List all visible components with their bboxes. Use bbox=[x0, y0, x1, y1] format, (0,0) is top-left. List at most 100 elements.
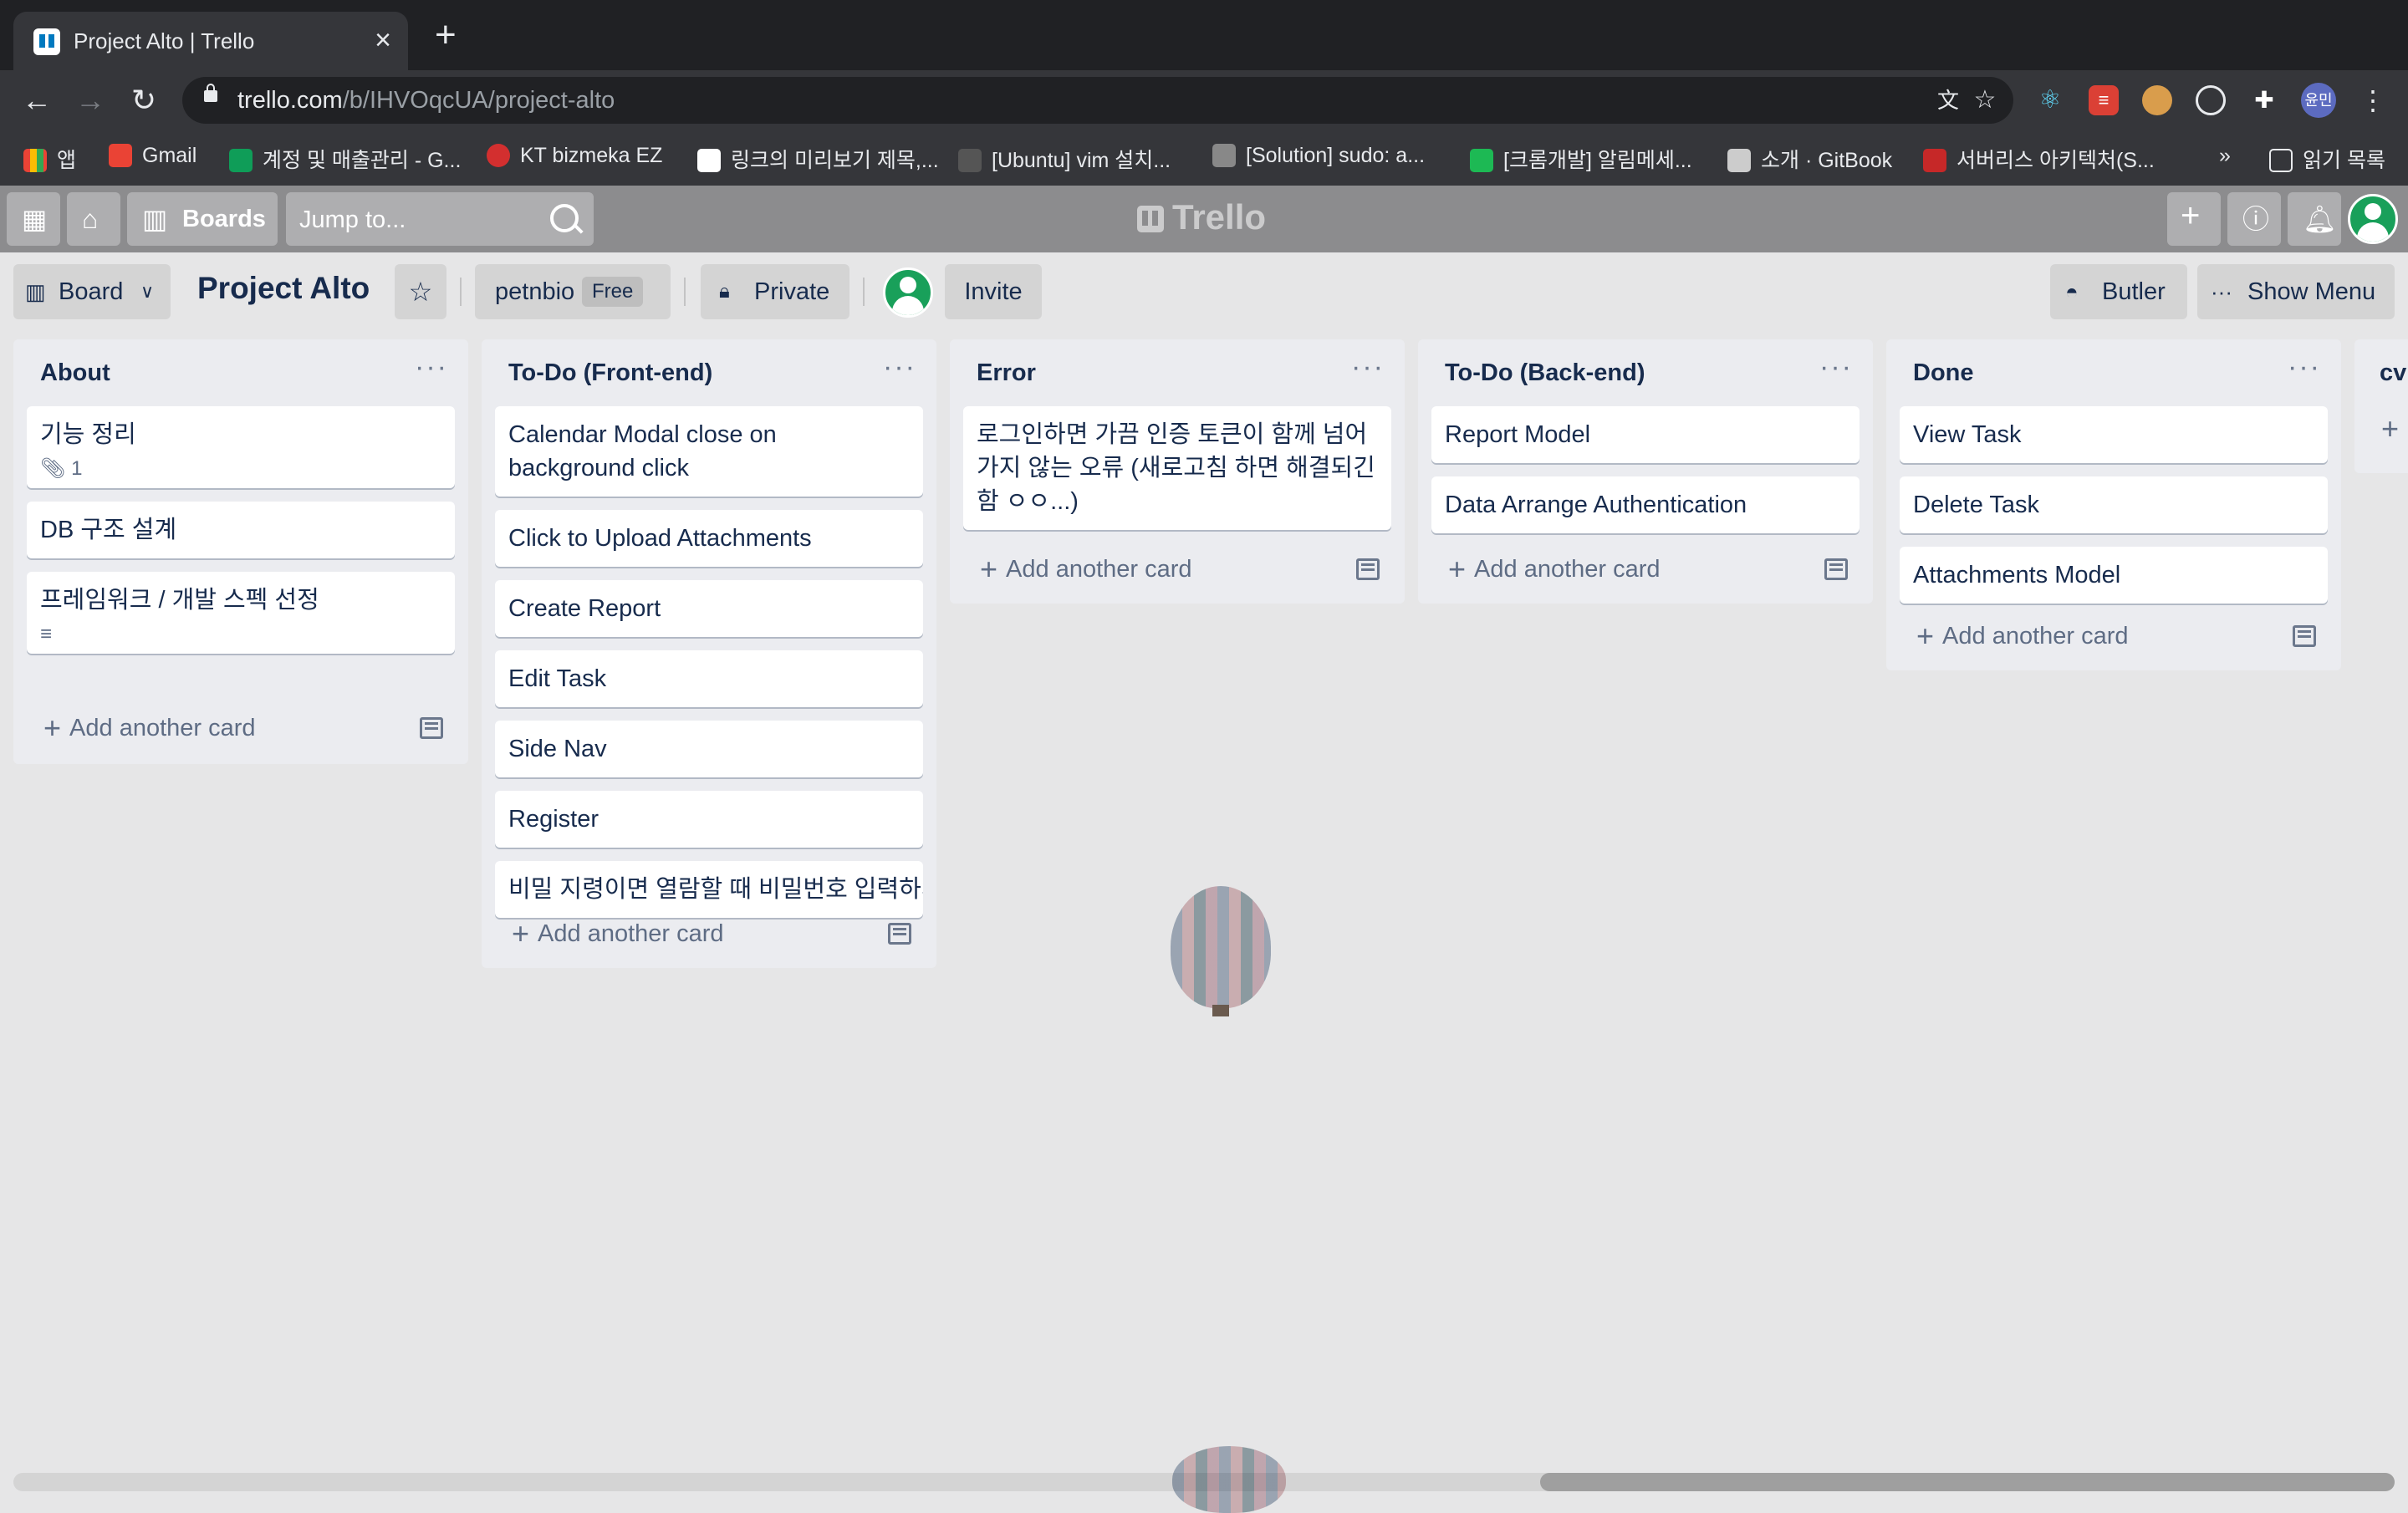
bookmark-ubuntu-vim[interactable]: [Ubuntu] vim 설치... bbox=[958, 144, 1171, 172]
card-template-icon[interactable] bbox=[1824, 558, 1848, 580]
butler-icon: ◓ bbox=[2065, 279, 2079, 304]
profile-avatar[interactable]: 윤민 bbox=[2301, 83, 2336, 118]
bookmark-bizmeka[interactable]: KT bizmeka EZ bbox=[487, 144, 662, 172]
app-switcher-button[interactable]: ▦ bbox=[7, 192, 60, 246]
bookmark-gmail[interactable]: Gmail bbox=[109, 144, 196, 172]
card[interactable]: Side Nav bbox=[495, 721, 923, 777]
target-icon[interactable] bbox=[2196, 85, 2226, 115]
jump-to-search[interactable] bbox=[286, 192, 594, 247]
butler-button[interactable]: ◓ Butler bbox=[2050, 264, 2187, 319]
card[interactable]: 로그인하면 가끔 인증 토큰이 함께 넘어가지 않는 오류 (새로고침 하면 해… bbox=[963, 406, 1391, 530]
star-board-button[interactable]: ☆ bbox=[395, 264, 446, 319]
card[interactable]: Report Model bbox=[1431, 406, 1860, 463]
visibility-button[interactable]: 🔒︎ Private bbox=[701, 264, 849, 319]
list-title[interactable]: About bbox=[40, 359, 110, 387]
board-member-avatar[interactable] bbox=[883, 267, 933, 318]
list-menu-ellipsis-icon[interactable]: ··· bbox=[883, 351, 916, 384]
bookmark-sudo[interactable]: [Solution] sudo: a... bbox=[1212, 144, 1425, 172]
scrollbar-thumb[interactable] bbox=[1540, 1473, 2395, 1491]
bookmarks-bar: 앱 Gmail 계정 및 매출관리 - G... KT bizmeka EZ 링… bbox=[0, 130, 2408, 186]
invite-button[interactable]: Invite bbox=[945, 264, 1042, 319]
puzzle-extensions-icon[interactable]: ✚ bbox=[2249, 85, 2279, 115]
list-menu-ellipsis-icon[interactable]: ··· bbox=[415, 351, 448, 384]
list-title[interactable]: To-Do (Front-end) bbox=[508, 359, 712, 387]
card[interactable]: Delete Task bbox=[1900, 476, 2328, 533]
search-icon[interactable] bbox=[550, 204, 579, 232]
create-button[interactable]: + bbox=[2167, 192, 2221, 246]
add-card-button[interactable]: + Add another card bbox=[1916, 619, 2129, 654]
card[interactable]: Calendar Modal close on background click bbox=[495, 406, 923, 497]
bookmark-gitbook[interactable]: 소개 · GitBook bbox=[1727, 144, 1892, 172]
add-card-button[interactable]: + Add another card bbox=[1448, 552, 1661, 587]
new-tab-plus-icon[interactable]: + bbox=[435, 17, 457, 53]
card[interactable]: Register bbox=[495, 791, 923, 848]
browser-toolbar: ← → ↻ trello.com/b/IHVOqcUA/project-alto… bbox=[0, 70, 2408, 130]
reload-icon[interactable]: ↻ bbox=[125, 82, 162, 119]
more-vertical-icon[interactable]: ⋮ bbox=[2354, 82, 2391, 119]
home-button[interactable]: ⌂ bbox=[67, 192, 120, 246]
back-arrow-icon[interactable]: ← bbox=[18, 82, 55, 119]
react-devtools-icon[interactable]: ⚛ bbox=[2035, 85, 2065, 115]
card[interactable]: 프레임워크 / 개발 스펙 선정 ≡ bbox=[27, 572, 455, 654]
info-button[interactable]: ⓘ bbox=[2227, 192, 2281, 246]
card[interactable]: Create Report bbox=[495, 580, 923, 637]
card[interactable]: 기능 정리 📎︎ 1 bbox=[27, 406, 455, 488]
list-menu-ellipsis-icon[interactable]: ··· bbox=[2288, 351, 2321, 384]
notifications-button[interactable]: 🔔︎ bbox=[2288, 192, 2341, 246]
forward-arrow-icon[interactable]: → bbox=[72, 82, 109, 119]
card[interactable]: DB 구조 설계 bbox=[27, 502, 455, 558]
trello-logo[interactable]: Trello bbox=[1137, 197, 1266, 237]
add-card-button[interactable]: + Add another card bbox=[43, 711, 256, 746]
browser-tab[interactable]: Project Alto | Trello × bbox=[13, 12, 408, 70]
bookmark-sheets[interactable]: 계정 및 매출관리 - G... bbox=[229, 144, 461, 172]
search-input[interactable] bbox=[298, 192, 535, 247]
card-template-icon[interactable] bbox=[888, 923, 911, 945]
member-avatar[interactable] bbox=[2348, 194, 2398, 244]
plus-icon: + bbox=[980, 552, 998, 586]
boards-button[interactable]: ▥ Boards bbox=[127, 192, 278, 246]
plus-icon: + bbox=[2181, 197, 2201, 234]
card-template-icon[interactable] bbox=[420, 717, 443, 739]
card-template-icon[interactable] bbox=[1356, 558, 1380, 580]
board-view-switcher[interactable]: ▥ Board ∨ bbox=[13, 264, 171, 319]
card[interactable]: Attachments Model bbox=[1900, 547, 2328, 604]
close-icon[interactable]: × bbox=[375, 23, 391, 57]
reading-list[interactable]: 읽기 목록 bbox=[2269, 144, 2385, 172]
list-title[interactable]: To-Do (Back-end) bbox=[1445, 359, 1645, 387]
card[interactable]: 비밀 지령이면 열람할 때 비밀번호 입력하게 bbox=[495, 861, 923, 918]
list-title[interactable]: cv bbox=[2380, 359, 2406, 387]
card[interactable]: Edit Task bbox=[495, 650, 923, 707]
bookmark-apps[interactable]: 앱 bbox=[23, 144, 76, 172]
card-title: Attachments Model bbox=[1913, 562, 2121, 588]
card[interactable]: Click to Upload Attachments bbox=[495, 510, 923, 567]
cookie-icon[interactable] bbox=[2142, 85, 2172, 115]
list-title[interactable]: Done bbox=[1913, 359, 1974, 387]
translate-icon[interactable]: 文 bbox=[1933, 85, 1963, 115]
bookmark-chrome-dev[interactable]: [크롬개발] 알림메세... bbox=[1470, 144, 1692, 172]
horizontal-scrollbar[interactable] bbox=[13, 1473, 2395, 1491]
url-text[interactable]: trello.com/b/IHVOqcUA/project-alto bbox=[237, 87, 615, 115]
add-card-button[interactable]: + Add another card bbox=[980, 552, 1192, 587]
card-template-icon[interactable] bbox=[2293, 625, 2316, 647]
list-title[interactable]: Error bbox=[977, 359, 1036, 387]
card[interactable]: View Task bbox=[1900, 406, 2328, 463]
list-menu-ellipsis-icon[interactable]: ··· bbox=[1819, 351, 1853, 384]
address-bar[interactable]: trello.com/b/IHVOqcUA/project-alto 文 ☆ bbox=[182, 77, 2013, 124]
board-title[interactable]: Project Alto bbox=[197, 271, 370, 306]
star-bookmark-icon[interactable]: ☆ bbox=[1970, 85, 2000, 115]
show-menu-button[interactable]: ··· Show Menu bbox=[2197, 264, 2395, 319]
team-button[interactable]: petnbio Free bbox=[475, 264, 671, 319]
add-card-button[interactable]: + Add another card bbox=[512, 916, 724, 951]
list-menu-ellipsis-icon[interactable]: ··· bbox=[1351, 351, 1385, 384]
card[interactable]: Data Arrange Authentication bbox=[1431, 476, 1860, 533]
bookmark-link-preview[interactable]: 링크의 미리보기 제목,... bbox=[697, 144, 939, 172]
todoist-icon[interactable]: ≡ bbox=[2089, 85, 2119, 115]
apps-grid-icon bbox=[23, 149, 47, 172]
bookmarks-overflow-chevron-icon[interactable]: » bbox=[2219, 144, 2231, 172]
list-partial: cv + bbox=[2354, 339, 2408, 473]
bookmark-serverless[interactable]: 서버리스 아키텍처(S... bbox=[1923, 144, 2155, 172]
plus-icon[interactable]: + bbox=[2381, 411, 2399, 446]
grid-icon: ▦ bbox=[22, 204, 48, 234]
card-list: 로그인하면 가끔 인증 토큰이 함께 넘어가지 않는 오류 (새로고침 하면 해… bbox=[963, 406, 1391, 543]
divider bbox=[460, 278, 462, 306]
